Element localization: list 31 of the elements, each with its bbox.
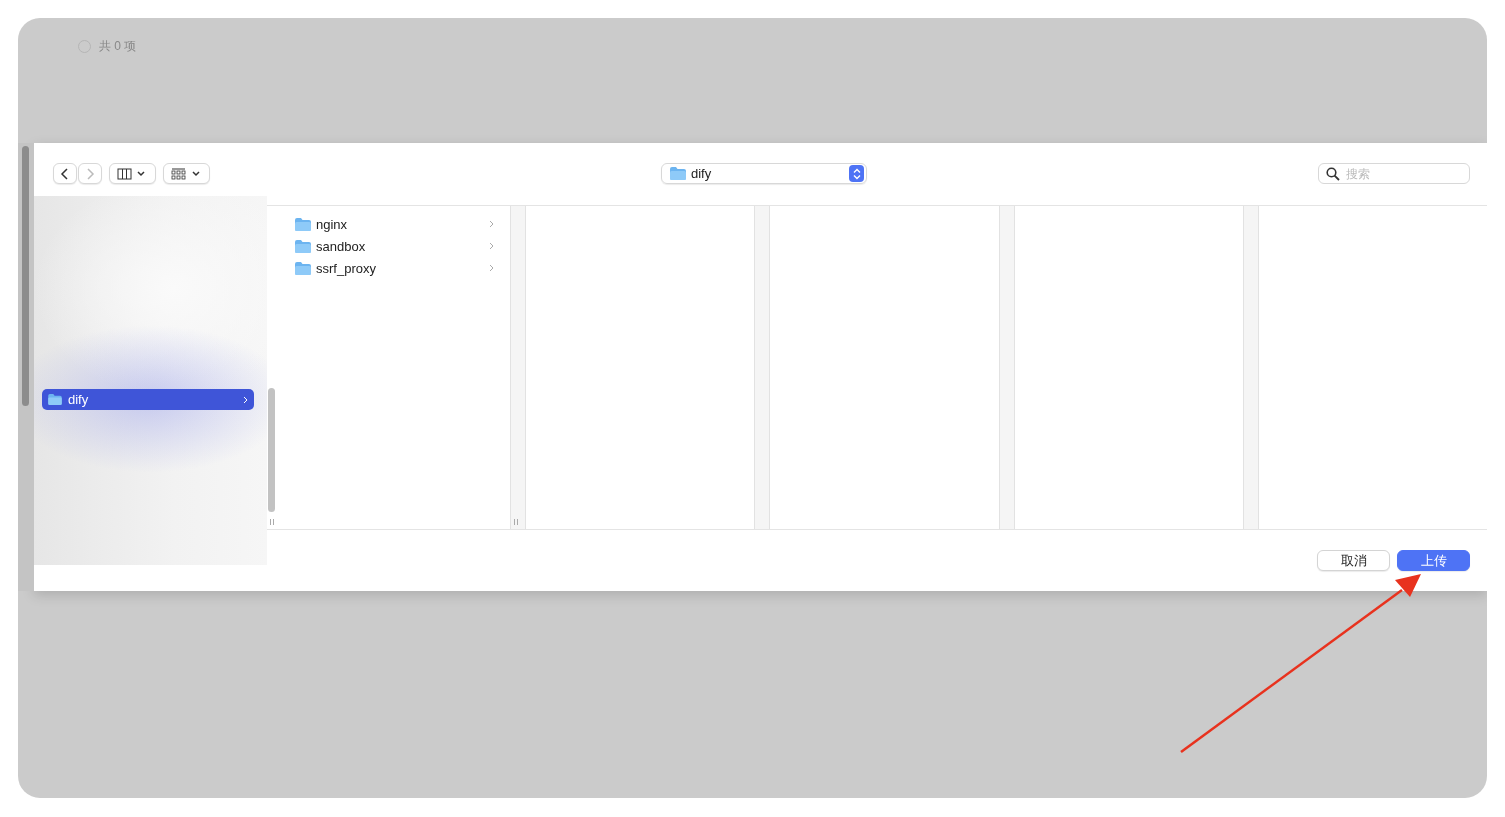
folder-icon [48, 394, 62, 405]
chevron-icon [489, 220, 494, 228]
chevron-icon [489, 242, 494, 250]
folder-icon [295, 217, 311, 231]
back-button[interactable] [53, 163, 77, 184]
chevron-right-icon [85, 167, 95, 180]
chevron-icon [243, 395, 248, 404]
view-mode-button[interactable] [109, 163, 156, 184]
sidebar-item[interactable]: dify [42, 389, 254, 410]
forward-button[interactable] [78, 163, 102, 184]
folder-icon [295, 261, 311, 275]
stepper-icon [849, 165, 864, 182]
folder-icon [670, 167, 686, 180]
scrollbar-thumb[interactable] [22, 146, 29, 406]
folder-row[interactable]: nginx [279, 213, 510, 235]
resize-handle[interactable] [514, 519, 518, 525]
location-popup[interactable]: dify [661, 163, 867, 184]
scrollbar-thumb[interactable] [268, 388, 275, 512]
folder-row[interactable]: ssrf_proxy [279, 257, 510, 279]
search-icon [1326, 166, 1340, 181]
folder-icon [295, 239, 311, 253]
resize-handle[interactable] [270, 519, 274, 525]
group-button[interactable] [163, 163, 210, 184]
grid-icon [170, 167, 203, 180]
folder-row[interactable]: sandbox [279, 235, 510, 257]
chevron-left-icon [60, 167, 70, 180]
upload-button[interactable]: 上传 [1397, 550, 1470, 571]
cancel-button[interactable]: 取消 [1317, 550, 1390, 571]
chevron-icon [489, 264, 494, 272]
selection-count: 共 0 项 [99, 39, 137, 53]
search-field[interactable]: 搜索 [1318, 163, 1470, 184]
